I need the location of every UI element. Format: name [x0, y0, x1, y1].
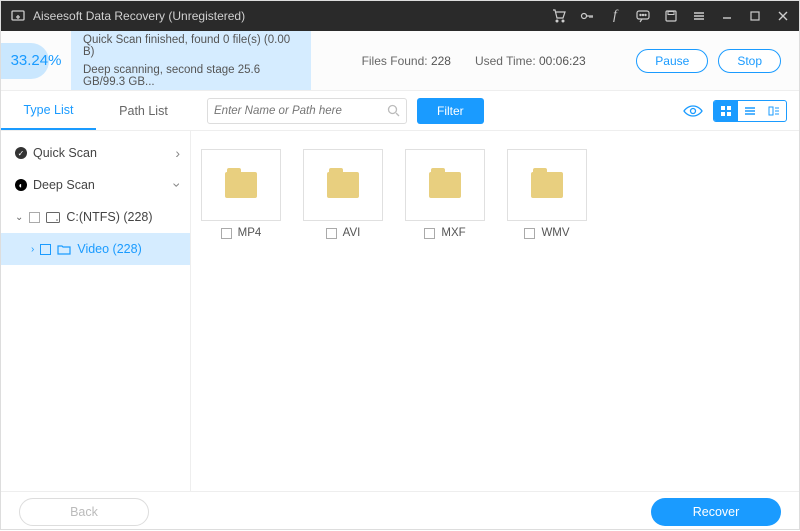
save-icon[interactable]: [663, 8, 679, 24]
deep-scan-label: Deep Scan: [33, 178, 95, 192]
used-time-value: 00:06:23: [539, 54, 586, 68]
quick-scan-label: Quick Scan: [33, 146, 97, 160]
preview-icon[interactable]: [683, 104, 703, 118]
files-found-label: Files Found:: [362, 54, 428, 68]
chevron-right-icon: ›: [31, 244, 34, 255]
view-list-icon[interactable]: [738, 101, 762, 121]
folder-icon: [57, 244, 71, 255]
view-grid-icon[interactable]: [714, 101, 738, 121]
folder-checkbox[interactable]: [424, 228, 435, 239]
tree-deep-scan[interactable]: ◐ Deep Scan ›: [1, 169, 190, 201]
folder-grid: MP4 AVI MXF WMV: [191, 131, 799, 491]
folder-label: MP4: [238, 227, 262, 239]
files-found-value: 228: [431, 54, 451, 68]
progress-percent: 33.24%: [11, 52, 62, 69]
folder-checkbox[interactable]: [326, 228, 337, 239]
tree-quick-scan[interactable]: ✓ Quick Scan ›: [1, 137, 190, 169]
folder-icon: [327, 172, 359, 198]
status-bar: 33.24% Quick Scan finished, found 0 file…: [1, 31, 799, 91]
video-label: Video (228): [77, 242, 141, 256]
folder-label: MXF: [441, 227, 465, 239]
folder-label: WMV: [541, 227, 569, 239]
cart-icon[interactable]: [551, 8, 567, 24]
facebook-icon[interactable]: f: [607, 8, 623, 24]
tab-path-list[interactable]: Path List: [96, 91, 191, 130]
disk-icon: [46, 212, 60, 223]
folder-item[interactable]: AVI: [303, 149, 383, 239]
view-mode-toggle: [713, 100, 787, 122]
scan-status-text: Quick Scan finished, found 0 file(s) (0.…: [71, 31, 311, 90]
scan-progress: 33.24%: [1, 31, 71, 90]
folder-label: AVI: [343, 227, 361, 239]
used-time-label: Used Time:: [475, 54, 536, 68]
folder-checkbox[interactable]: [221, 228, 232, 239]
list-tabs: Type List Path List: [1, 91, 191, 130]
app-logo-icon: [9, 7, 27, 25]
toolbar: Type List Path List Filter: [1, 91, 799, 131]
stop-button[interactable]: Stop: [718, 49, 781, 73]
close-icon[interactable]: [775, 8, 791, 24]
search-box[interactable]: [207, 98, 407, 124]
scan-stats: Files Found: 228 Used Time: 00:06:23: [311, 31, 636, 90]
scan-actions: Pause Stop: [636, 31, 799, 90]
folder-icon: [429, 172, 461, 198]
progress-dot-icon: ◐: [15, 179, 27, 191]
video-checkbox[interactable]: [40, 244, 51, 255]
tab-type-list[interactable]: Type List: [1, 91, 96, 130]
minimize-icon[interactable]: [719, 8, 735, 24]
deep-scan-progress: Deep scanning, second stage 25.6 GB/99.3…: [83, 64, 299, 88]
menu-icon[interactable]: [691, 8, 707, 24]
sidebar-tree: ✓ Quick Scan › ◐ Deep Scan › ⌄ C:(NTFS) …: [1, 131, 191, 491]
tree-drive[interactable]: ⌄ C:(NTFS) (228): [1, 201, 190, 233]
titlebar-actions: f: [551, 8, 791, 24]
drive-label: C:(NTFS) (228): [66, 210, 152, 224]
folder-item[interactable]: MXF: [405, 149, 485, 239]
window-title: Aiseesoft Data Recovery (Unregistered): [33, 9, 551, 23]
filter-button[interactable]: Filter: [417, 98, 484, 124]
view-controls: [683, 100, 787, 122]
check-icon: ✓: [15, 147, 27, 159]
view-detail-icon[interactable]: [762, 101, 786, 121]
chevron-right-icon: ›: [175, 145, 180, 161]
folder-icon: [225, 172, 257, 198]
key-icon[interactable]: [579, 8, 595, 24]
search-icon[interactable]: [387, 104, 400, 117]
drive-checkbox[interactable]: [29, 212, 40, 223]
footer: Back Recover: [1, 491, 799, 531]
folder-checkbox[interactable]: [524, 228, 535, 239]
search-input[interactable]: [214, 105, 387, 117]
folder-item[interactable]: WMV: [507, 149, 587, 239]
chevron-down-icon: ⌄: [15, 212, 23, 223]
quick-scan-result: Quick Scan finished, found 0 file(s) (0.…: [83, 34, 299, 58]
chevron-down-icon: ›: [170, 183, 186, 188]
feedback-icon[interactable]: [635, 8, 651, 24]
pause-button[interactable]: Pause: [636, 49, 708, 73]
recover-button[interactable]: Recover: [651, 498, 781, 526]
maximize-icon[interactable]: [747, 8, 763, 24]
back-button[interactable]: Back: [19, 498, 149, 526]
tree-video[interactable]: › Video (228): [1, 233, 190, 265]
folder-icon: [531, 172, 563, 198]
folder-item[interactable]: MP4: [201, 149, 281, 239]
main-area: ✓ Quick Scan › ◐ Deep Scan › ⌄ C:(NTFS) …: [1, 131, 799, 491]
title-bar: Aiseesoft Data Recovery (Unregistered) f: [1, 1, 799, 31]
